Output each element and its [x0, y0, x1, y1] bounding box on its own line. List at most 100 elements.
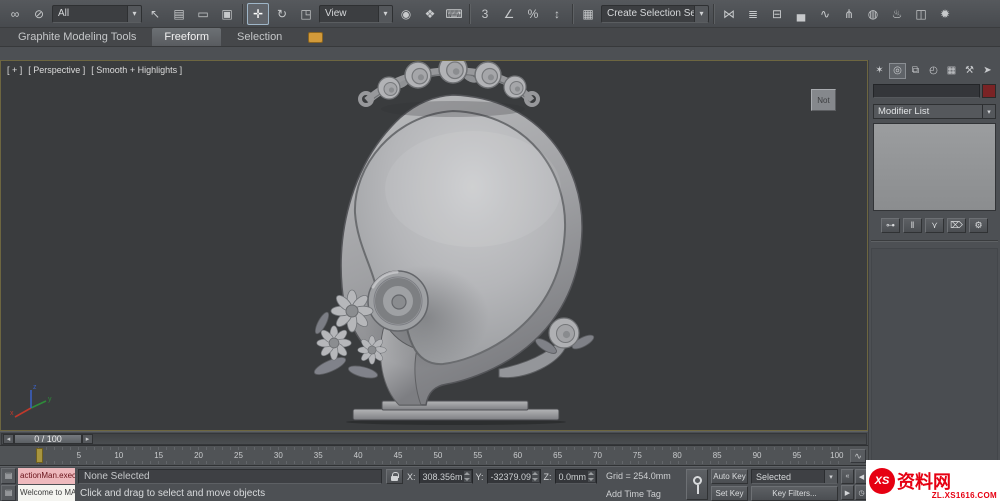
key-filters-button[interactable]: Key Filters... — [751, 486, 838, 501]
spinner-icon[interactable] — [588, 471, 595, 482]
time-slider-track[interactable]: 0 / 100 — [1, 433, 867, 445]
selection-status-field[interactable]: None Selected — [78, 469, 382, 484]
modifier-list-dropdown[interactable]: Modifier List — [873, 104, 996, 119]
snaps-toggle-3d-icon[interactable]: 3 — [474, 3, 496, 25]
select-and-manipulate-icon[interactable]: ❖ — [419, 3, 441, 25]
make-unique-button[interactable]: ⋎ — [925, 218, 944, 233]
reference-coordinate-dropdown[interactable]: View — [319, 5, 393, 23]
dropdown-arrow-icon[interactable] — [378, 6, 392, 22]
floating-note-box[interactable]: Not — [811, 89, 836, 111]
utilities-tab[interactable]: ⚒ — [961, 63, 978, 79]
y-coordinate-field[interactable]: -32379.09 — [487, 469, 541, 484]
object-name-field[interactable] — [873, 84, 980, 98]
unlink-selection-icon[interactable]: ⊘ — [28, 3, 50, 25]
dropdown-arrow-icon[interactable] — [127, 6, 141, 22]
add-time-tag-button[interactable]: Add Time Tag — [606, 489, 661, 499]
remove-modifier-button[interactable]: ⌦ — [947, 218, 966, 233]
rendered-frame-window-icon[interactable]: ◫ — [910, 3, 932, 25]
graphite-ribbon-toggle-icon[interactable]: ▄ — [790, 3, 812, 25]
time-slider-step-back-button[interactable] — [3, 434, 14, 444]
selection-lock-toggle[interactable] — [386, 469, 403, 484]
dropdown-arrow-icon[interactable] — [982, 105, 995, 118]
mini-curve-editor-button[interactable] — [850, 449, 866, 463]
render-setup-icon[interactable]: ♨ — [886, 3, 908, 25]
select-by-name-icon[interactable]: ▤ — [168, 3, 190, 25]
modifier-stack[interactable] — [873, 123, 996, 211]
select-and-rotate-icon[interactable]: ↻ — [271, 3, 293, 25]
spinner-icon[interactable] — [532, 471, 539, 482]
x-coordinate-field[interactable]: 308.356mm — [419, 469, 473, 484]
mirror-icon[interactable]: ⋈ — [718, 3, 740, 25]
layer-manager-icon[interactable]: ⊟ — [766, 3, 788, 25]
trackbar-tick-label: 30 — [269, 451, 287, 460]
tab-graphite-modeling-tools[interactable]: Graphite Modeling Tools — [6, 28, 148, 46]
object-color-swatch[interactable] — [982, 84, 996, 98]
macro-recorder-field[interactable]: actionMan.exec... — [18, 468, 75, 484]
panel-divider — [871, 240, 998, 241]
percent-snap-icon[interactable]: % — [522, 3, 544, 25]
command-panel: ✶◎⧉◴▦⚒➤ Modifier List ⊶‖⋎⌦⚙ — [868, 60, 1000, 466]
world-axis-icon: x y z — [9, 378, 55, 424]
trackbar-tick-label: 5 — [70, 451, 88, 460]
ribbon-display-toggle[interactable] — [308, 32, 323, 43]
maxscript-listener-field[interactable]: Welcome to MAX — [18, 485, 75, 501]
trackbar-tick-label: 65 — [549, 451, 567, 460]
curve-editor-icon[interactable]: ∿ — [814, 3, 836, 25]
material-editor-icon[interactable]: ◍ — [862, 3, 884, 25]
viewport-pov-menu[interactable]: [ Perspective ] — [28, 65, 85, 75]
select-and-scale-icon[interactable]: ◳ — [295, 3, 317, 25]
select-and-link-icon[interactable]: ∞ — [4, 3, 26, 25]
time-slider-handle[interactable]: 0 / 100 — [14, 434, 82, 444]
key-icon — [693, 476, 702, 485]
tab-selection[interactable]: Selection — [225, 28, 294, 46]
time-slider-step-forward-button[interactable] — [82, 434, 93, 444]
use-pivot-point-center-icon[interactable]: ◉ — [395, 3, 417, 25]
select-object-icon[interactable]: ↖ — [144, 3, 166, 25]
macro-recorder-icon[interactable]: ▤ — [1, 468, 16, 484]
tab-freeform[interactable]: Freeform — [152, 28, 221, 46]
spinner-icon[interactable] — [464, 471, 471, 482]
auto-key-button[interactable]: Auto Key — [711, 469, 748, 484]
trackbar-position-marker[interactable] — [36, 448, 43, 463]
motion-tab[interactable]: ◴ — [925, 63, 942, 79]
named-selection-sets-dropdown[interactable]: Create Selection Se — [601, 5, 709, 23]
key-mode-dropdown[interactable]: Selected — [751, 469, 838, 484]
create-tab[interactable]: ✶ — [871, 63, 888, 79]
z-coordinate-field[interactable]: 0.0mm — [555, 469, 597, 484]
render-production-icon[interactable]: ✹ — [934, 3, 956, 25]
align-icon[interactable]: ≣ — [742, 3, 764, 25]
spinner-snap-icon[interactable]: ↕ — [546, 3, 568, 25]
toolbar-separator — [713, 4, 714, 24]
pin-stack-button[interactable]: ⊶ — [881, 218, 900, 233]
object-name-row — [873, 84, 996, 98]
hierarchy-tab[interactable]: ⧉ — [907, 63, 924, 79]
trackbar-tick-label: 15 — [150, 451, 168, 460]
dropdown-arrow-icon[interactable] — [824, 470, 837, 483]
select-and-move-icon[interactable]: ✛ — [247, 3, 269, 25]
viewport-general-menu[interactable]: [ + ] — [7, 65, 22, 75]
selection-filter-dropdown[interactable]: All — [52, 5, 142, 23]
viewport-shading-menu[interactable]: [ Smooth + Highlights ] — [91, 65, 182, 75]
panel-menu-icon[interactable]: ➤ — [979, 63, 996, 79]
configure-modifier-sets-button[interactable]: ⚙ — [969, 218, 988, 233]
display-tab[interactable]: ▦ — [943, 63, 960, 79]
track-bar[interactable]: 0510152025303540455055606570758085909510… — [0, 445, 868, 466]
window-crossing-icon[interactable]: ▣ — [216, 3, 238, 25]
watermark: XS 资料网 ZL.XS1616.COM — [866, 460, 1000, 501]
edit-named-selection-sets-icon[interactable]: ▦ — [577, 3, 599, 25]
modify-tab[interactable]: ◎ — [889, 63, 906, 79]
schematic-view-icon[interactable]: ⋔ — [838, 3, 860, 25]
go-to-start-button[interactable]: « — [841, 469, 854, 484]
keyboard-override-icon[interactable]: ⌨ — [443, 3, 465, 25]
angle-snap-icon[interactable]: ∠ — [498, 3, 520, 25]
rectangular-selection-region-icon[interactable]: ▭ — [192, 3, 214, 25]
show-end-result-button[interactable]: ‖ — [903, 218, 922, 233]
maxscript-listener-icon[interactable]: ▤ — [1, 485, 16, 501]
lock-icon — [391, 476, 398, 481]
play-animation-button[interactable]: ▶ — [841, 485, 854, 500]
mirror-frame-model[interactable] — [1, 61, 867, 430]
set-keys-button[interactable] — [686, 469, 708, 500]
perspective-viewport[interactable]: [ + ] [ Perspective ] [ Smooth + Highlig… — [0, 60, 868, 431]
dropdown-arrow-icon[interactable] — [694, 6, 708, 22]
set-key-button[interactable]: Set Key — [711, 486, 748, 501]
